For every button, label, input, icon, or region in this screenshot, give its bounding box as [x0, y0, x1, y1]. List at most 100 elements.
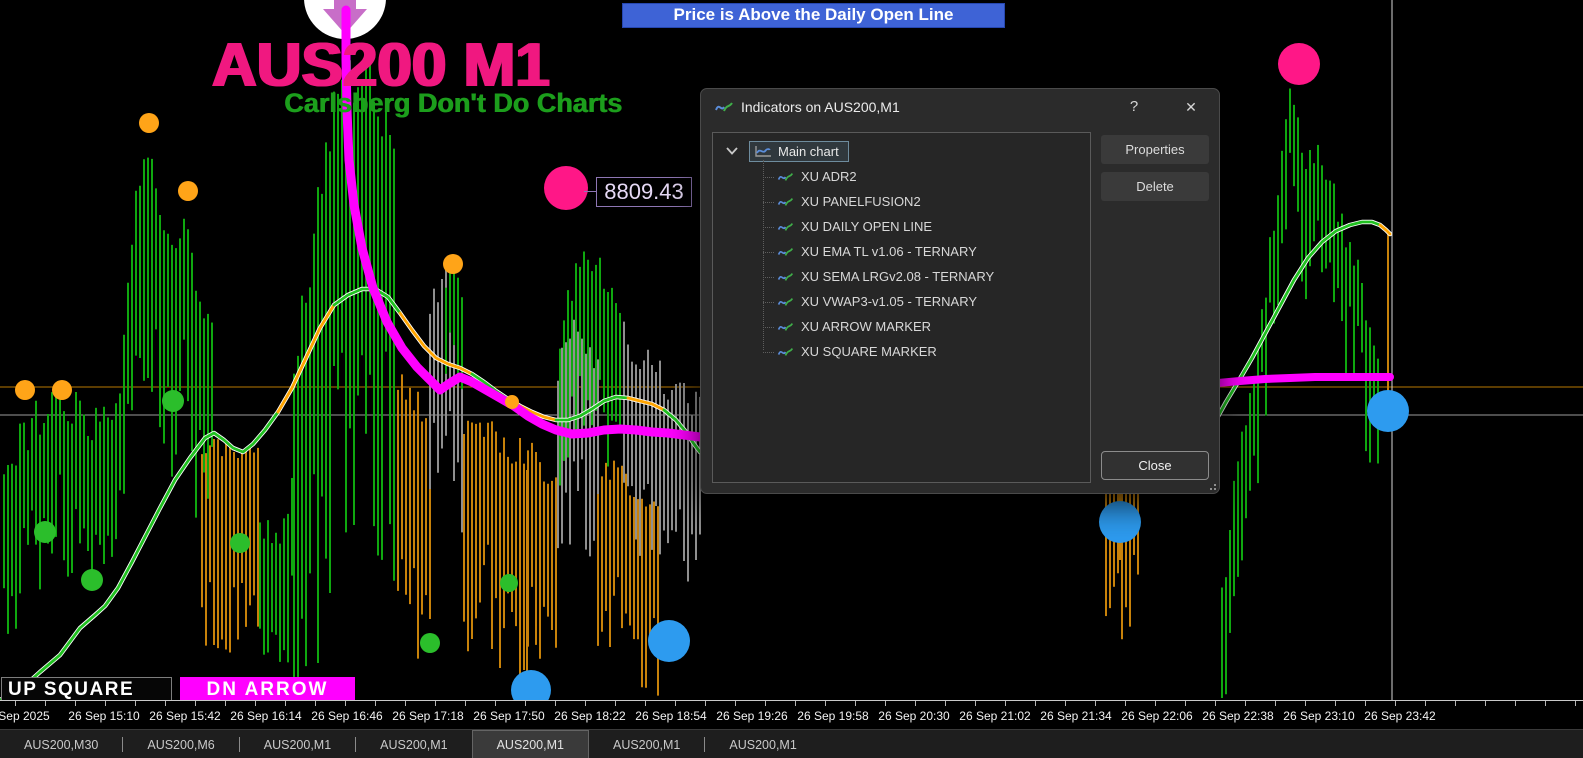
tree-item-indicator[interactable]: XU SEMA LRGv2.08 - TERNARY [713, 264, 1090, 289]
time-axis-label: 26 Sep 22:06 [1121, 709, 1193, 723]
axis-tick [1575, 701, 1576, 706]
square-marker-green [162, 390, 184, 412]
axis-tick [795, 701, 796, 706]
square-marker-blue [1099, 501, 1141, 543]
time-axis-label: 26 Sep 20:30 [878, 709, 950, 723]
tree-root-row[interactable]: Main chart [713, 138, 1090, 164]
axis-tick [495, 701, 496, 706]
square-marker-blue [648, 620, 690, 662]
time-axis-label: 26 Sep 15:42 [149, 709, 221, 723]
tree-children: XU ADR2 XU PANELFUSION2 XU DAILY OPEN LINE… [713, 160, 1090, 364]
axis-tick [1275, 701, 1276, 706]
close-icon[interactable]: ✕ [1178, 95, 1204, 119]
axis-tick [1305, 701, 1306, 706]
time-axis[interactable]: Sep 2025 26 Sep 15:10 26 Sep 15:42 26 Sep 1… [0, 700, 1583, 729]
time-axis-label: 26 Sep 22:38 [1202, 709, 1274, 723]
resize-grip-icon[interactable] [1204, 478, 1216, 490]
square-marker-orange [52, 380, 72, 400]
price-tag-connector [584, 191, 596, 192]
tree-item-indicator[interactable]: XU ADR2 [713, 164, 1090, 189]
ma-line-colored [0, 410, 280, 700]
square-marker-green [34, 521, 56, 543]
axis-tick [465, 701, 466, 706]
axis-tick [855, 701, 856, 706]
square-marker-green [81, 569, 103, 591]
properties-button[interactable]: Properties [1101, 135, 1209, 164]
axis-tick [1185, 701, 1186, 706]
indicator-tree[interactable]: Main chart XU ADR2 XU PANELFUSION2 XU DAIL… [712, 132, 1091, 483]
time-axis-label: 26 Sep 18:22 [554, 709, 626, 723]
chevron-down-icon[interactable] [725, 146, 739, 156]
tree-root-label: Main chart [778, 143, 839, 159]
magenta-trend-line [1214, 373, 1394, 387]
chart-tab[interactable]: AUS200,M1 [471, 730, 589, 758]
chart-tab[interactable]: AUS200,M1 [240, 730, 355, 758]
indicator-wave-icon [777, 197, 794, 206]
tree-item-main-chart[interactable]: Main chart [749, 140, 849, 162]
time-axis-label: 26 Sep 23:10 [1283, 709, 1355, 723]
axis-tick [375, 701, 376, 706]
axis-tick [1035, 701, 1036, 706]
indicator-label: XU VWAP3-v1.05 - TERNARY [801, 294, 978, 309]
square-marker-pink [544, 166, 588, 210]
time-axis-label: Sep 2025 [0, 709, 50, 723]
axis-tick [285, 701, 286, 706]
dialog-titlebar[interactable]: Indicators on AUS200,M1 ? ✕ [701, 89, 1219, 125]
axis-tick [1425, 701, 1426, 706]
indicator-wave-icon [777, 247, 794, 256]
close-button[interactable]: Close [1101, 451, 1209, 480]
tree-item-indicator[interactable]: XU PANELFUSION2 [713, 189, 1090, 214]
axis-tick [225, 701, 226, 706]
time-axis-label: 26 Sep 19:26 [716, 709, 788, 723]
square-marker-pink [1278, 43, 1320, 85]
square-marker-orange [443, 254, 463, 274]
time-axis-label: 26 Sep 18:54 [635, 709, 707, 723]
axis-tick [1455, 701, 1456, 706]
indicator-wave-icon [777, 222, 794, 231]
axis-tick [315, 701, 316, 706]
axis-tick [1215, 701, 1216, 706]
indicator-label: XU SQUARE MARKER [801, 344, 937, 359]
indicator-label: XU ARROW MARKER [801, 319, 932, 334]
chart-tab[interactable]: AUS200,M30 [0, 730, 122, 758]
chart-tab[interactable]: AUS200,M1 [356, 730, 471, 758]
indicator-wave-icon [777, 297, 794, 306]
chart-tab[interactable]: AUS200,M1 [705, 730, 820, 758]
axis-tick [1395, 701, 1396, 706]
square-marker-green [230, 533, 250, 553]
tree-item-indicator[interactable]: XU SQUARE MARKER [713, 339, 1090, 364]
axis-tick [975, 701, 976, 706]
axis-tick [1515, 701, 1516, 706]
axis-tick [45, 701, 46, 706]
square-marker-blue [1367, 390, 1409, 432]
axis-tick [1485, 701, 1486, 706]
help-button[interactable]: ? [1122, 95, 1146, 119]
axis-tick [105, 701, 106, 706]
axis-tick [1545, 701, 1546, 706]
delete-button[interactable]: Delete [1101, 172, 1209, 201]
axis-tick [615, 701, 616, 706]
tree-item-indicator[interactable]: XU EMA TL v1.06 - TERNARY [713, 239, 1090, 264]
tree-item-indicator[interactable]: XU ARROW MARKER [713, 314, 1090, 339]
tree-item-indicator[interactable]: XU DAILY OPEN LINE [713, 214, 1090, 239]
time-axis-label: 26 Sep 19:58 [797, 709, 869, 723]
square-marker-orange [15, 380, 35, 400]
square-marker-blue [511, 670, 551, 700]
tree-item-indicator[interactable]: XU VWAP3-v1.05 - TERNARY [713, 289, 1090, 314]
axis-tick [675, 701, 676, 706]
indicator-label: XU PANELFUSION2 [801, 194, 921, 209]
axis-tick [915, 701, 916, 706]
axis-tick [435, 701, 436, 706]
axis-tick [15, 701, 16, 706]
mt5-window: AUS200 M1 Carlsberg Don't Do Charts Pric… [0, 0, 1583, 758]
axis-tick [345, 701, 346, 706]
axis-tick [945, 701, 946, 706]
chart-watermark-subtitle: Carlsberg Don't Do Charts [284, 88, 622, 118]
square-marker-orange [505, 395, 519, 409]
time-axis-label: 26 Sep 21:02 [959, 709, 1031, 723]
square-marker-green [500, 574, 518, 592]
axis-tick [885, 701, 886, 706]
chart-tab[interactable]: AUS200,M1 [589, 730, 704, 758]
indicators-dialog: Indicators on AUS200,M1 ? ✕ Main chart X… [700, 88, 1220, 494]
chart-tab[interactable]: AUS200,M6 [123, 730, 238, 758]
